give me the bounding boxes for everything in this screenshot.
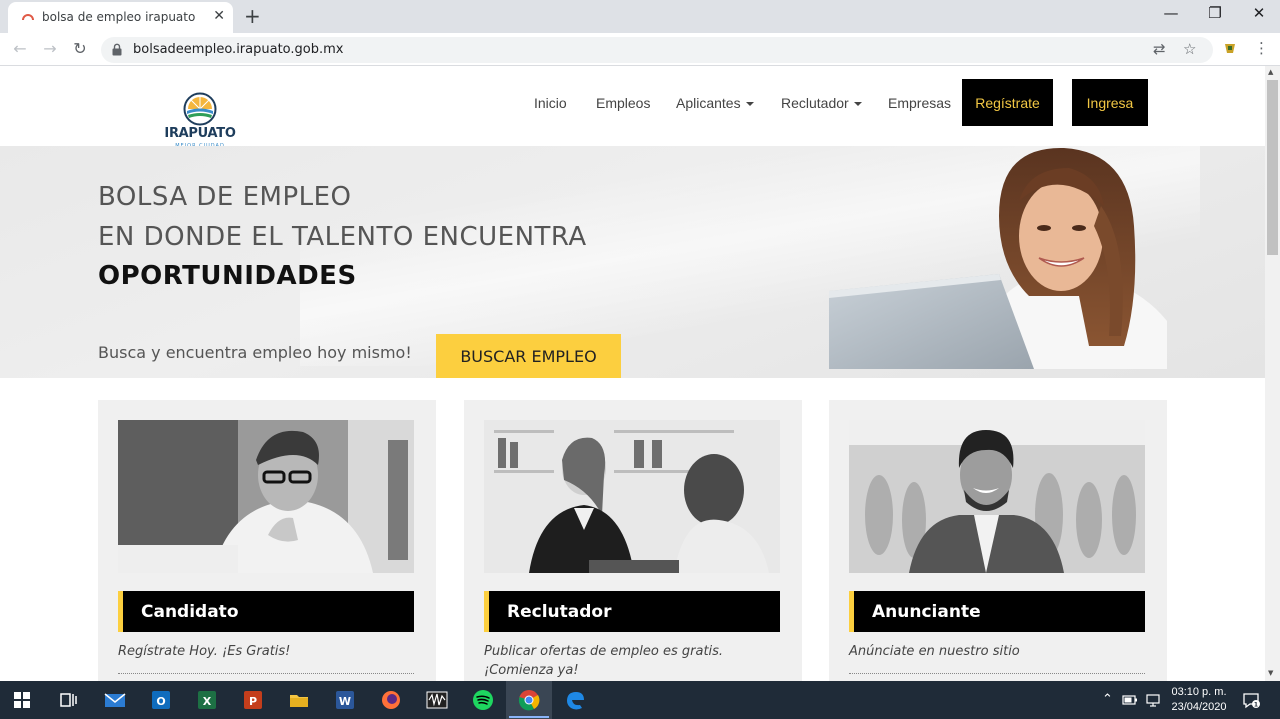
card-candidato-description: Regístrate Hoy. ¡Es Gratis!: [118, 644, 291, 659]
ingresa-button[interactable]: Ingresa: [1072, 79, 1148, 126]
system-clock[interactable]: 03:10 p. m. 23/04/2020: [1164, 685, 1234, 715]
url-text: bolsadeempleo.irapuato.gob.mx: [133, 42, 344, 57]
page-scrollbar[interactable]: ▲ ▼: [1265, 66, 1280, 681]
hero-subtitle: Busca y encuentra empleo hoy mismo!: [98, 343, 412, 362]
network-icon[interactable]: [1145, 692, 1161, 708]
candidato-man-thinking-photo: [118, 420, 414, 573]
excel-icon[interactable]: X: [196, 689, 218, 711]
card-anunciante: Anunciante Anúnciate en nuestro sitio: [829, 400, 1167, 681]
browser-menu-icon[interactable]: ⋮: [1254, 39, 1269, 57]
lock-icon: [112, 43, 122, 56]
new-tab-button[interactable]: +: [244, 4, 261, 28]
powerpoint-icon[interactable]: P: [242, 689, 264, 711]
battery-icon[interactable]: [1122, 693, 1138, 707]
hero-banner: BOLSA DE EMPLEO EN DONDE EL TALENTO ENCU…: [0, 146, 1265, 378]
card-reclutador-description: Publicar ofertas de empleo es gratis. ¡C…: [484, 644, 724, 678]
audio-editor-icon[interactable]: [426, 689, 448, 711]
card-divider: [118, 673, 414, 674]
nav-aplicantes-label: Aplicantes: [676, 95, 741, 111]
card-reclutador-title[interactable]: Reclutador: [484, 591, 780, 632]
forward-button[interactable]: →: [40, 39, 60, 58]
word-icon[interactable]: W: [334, 689, 356, 711]
logo-text: IRAPUATO: [164, 126, 236, 141]
nav-aplicantes-dropdown[interactable]: Aplicantes: [676, 95, 754, 111]
reload-button[interactable]: ↻: [70, 39, 90, 58]
notification-count: 1: [1254, 702, 1258, 709]
svg-text:O: O: [156, 695, 165, 708]
close-window-button[interactable]: ✕: [1244, 4, 1274, 22]
outlook-icon[interactable]: O: [150, 689, 172, 711]
browser-toolbar: ← → ↻ bolsadeempleo.irapuato.gob.mx ⇄ ☆ …: [0, 33, 1280, 66]
back-button[interactable]: ←: [10, 39, 30, 58]
page-viewport: IRAPUATO MEJOR CIUDAD Inicio Empleos Apl…: [0, 66, 1265, 681]
clock-time: 03:10 p. m.: [1171, 686, 1227, 698]
anunciante-businessman-photo: [849, 420, 1145, 573]
tab-title: bolsa de empleo irapuato: [42, 10, 196, 24]
card-candidato-title[interactable]: Candidato: [118, 591, 414, 632]
card-anunciante-title[interactable]: Anunciante: [849, 591, 1145, 632]
chrome-icon[interactable]: [518, 689, 540, 711]
nav-empleos[interactable]: Empleos: [596, 95, 650, 111]
scroll-down-arrow-icon[interactable]: ▼: [1268, 669, 1273, 677]
tray-expand-icon[interactable]: ⌃: [1102, 692, 1113, 707]
irapuato-emblem-icon: [183, 92, 217, 126]
hero-woman-laptop-photo: [829, 147, 1167, 369]
bookmark-star-icon[interactable]: ☆: [1183, 40, 1196, 58]
nav-reclutador-dropdown[interactable]: Reclutador: [781, 95, 862, 111]
site-favicon-icon: [22, 14, 34, 21]
site-header: IRAPUATO MEJOR CIUDAD Inicio Empleos Apl…: [0, 66, 1265, 150]
notifications-icon[interactable]: 1: [1242, 691, 1260, 709]
registrate-button[interactable]: Regístrate: [962, 79, 1053, 126]
svg-text:P: P: [249, 695, 257, 708]
caret-down-icon: [853, 102, 862, 107]
scroll-thumb[interactable]: [1267, 80, 1278, 255]
card-anunciante-description: Anúnciate en nuestro sitio: [849, 644, 1020, 659]
windows-start-icon[interactable]: [14, 692, 30, 708]
mail-app-icon[interactable]: [104, 689, 126, 711]
active-app-indicator: [509, 716, 549, 718]
svg-text:X: X: [203, 695, 212, 708]
spotify-icon[interactable]: [472, 689, 494, 711]
extension-icon[interactable]: [1223, 41, 1237, 55]
tab-close-icon[interactable]: ✕: [213, 8, 225, 24]
task-view-icon[interactable]: [57, 689, 79, 711]
hero-heading-line1: BOLSA DE EMPLEO: [98, 182, 352, 212]
edge-icon[interactable]: [564, 689, 586, 711]
card-candidato: Candidato Regístrate Hoy. ¡Es Gratis!: [98, 400, 436, 681]
browser-tab-bar: bolsa de empleo irapuato ✕ + — ❐ ✕: [0, 0, 1280, 33]
minimize-button[interactable]: —: [1156, 4, 1186, 22]
site-logo[interactable]: IRAPUATO MEJOR CIUDAD: [98, 66, 303, 150]
clock-date: 23/04/2020: [1171, 701, 1227, 713]
nav-inicio[interactable]: Inicio: [534, 95, 567, 111]
translate-icon[interactable]: ⇄: [1153, 40, 1166, 58]
hero-heading-line3: OPORTUNIDADES: [98, 261, 357, 291]
card-reclutador: Reclutador Publicar ofertas de empleo es…: [464, 400, 802, 681]
caret-down-icon: [745, 102, 754, 107]
browser-tab[interactable]: bolsa de empleo irapuato ✕: [8, 2, 233, 33]
buscar-empleo-button[interactable]: BUSCAR EMPLEO: [436, 334, 621, 378]
role-cards: Candidato Regístrate Hoy. ¡Es Gratis! Re…: [0, 400, 1265, 681]
nav-empresas[interactable]: Empresas: [888, 95, 951, 111]
card-divider: [849, 673, 1145, 674]
reclutador-interview-photo: [484, 420, 780, 573]
scroll-up-arrow-icon[interactable]: ▲: [1268, 68, 1273, 76]
file-explorer-icon[interactable]: [288, 689, 310, 711]
windows-taskbar: O X P W ⌃ 03:10 p. m. 23/04/2020 1: [0, 681, 1280, 719]
hero-heading-line2: EN DONDE EL TALENTO ENCUENTRA: [98, 222, 587, 252]
nav-reclutador-label: Reclutador: [781, 95, 849, 111]
firefox-icon[interactable]: [380, 689, 402, 711]
svg-text:W: W: [339, 695, 351, 708]
address-bar[interactable]: bolsadeempleo.irapuato.gob.mx ⇄ ☆: [101, 37, 1213, 63]
restore-button[interactable]: ❐: [1200, 4, 1230, 22]
